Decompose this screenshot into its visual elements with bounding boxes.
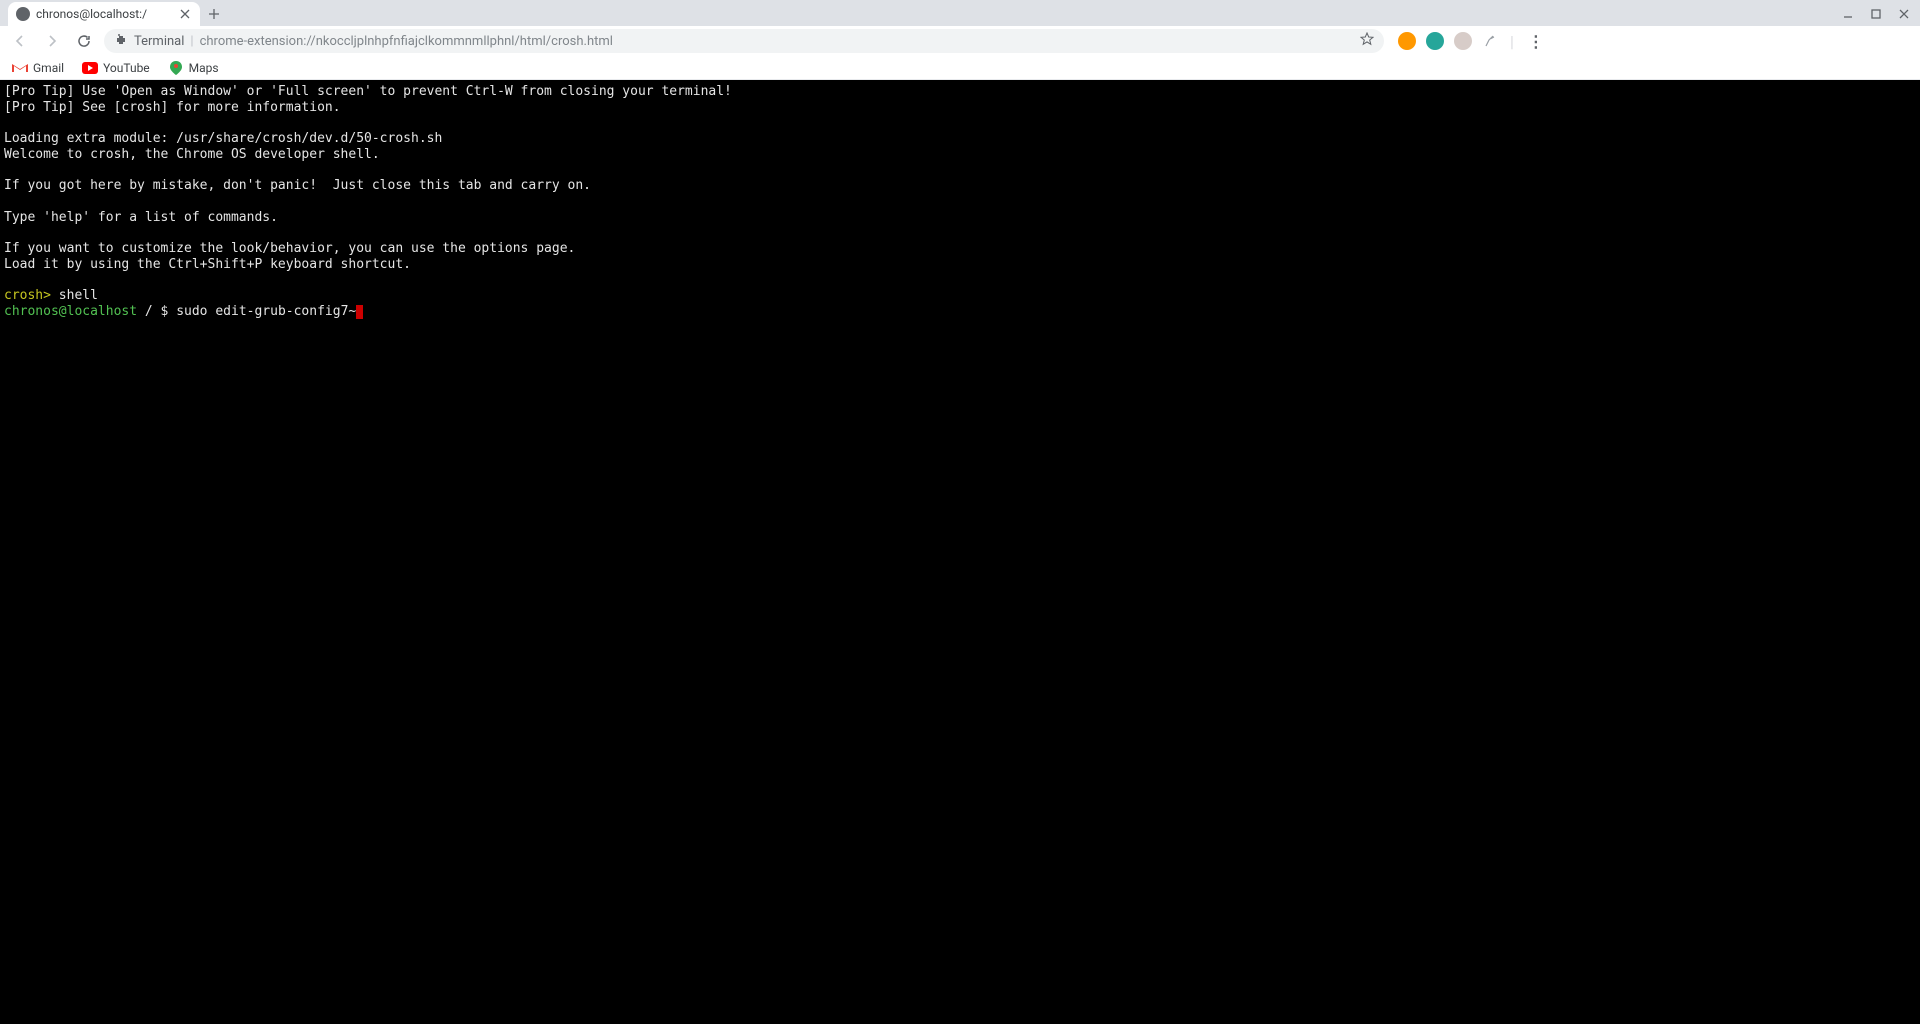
command-input[interactable]: sudo edit-grub-config7~ [176,304,356,319]
address-prefix: Terminal [134,34,184,49]
prompt-dollar: $ [161,304,169,319]
cursor-icon [356,305,363,319]
gmail-icon [12,60,28,76]
browser-menu-button[interactable]: ⋮ [1524,32,1548,51]
terminal-line [4,115,1916,131]
extension-badge-2[interactable] [1426,32,1444,50]
bookmark-gmail[interactable]: Gmail [12,60,64,76]
terminal-line: [Pro Tip] See [crosh] for more informati… [4,100,1916,116]
close-tab-button[interactable] [178,7,192,21]
crosh-prompt: crosh> [4,288,51,303]
maps-icon [168,60,184,76]
extension-badge-4[interactable] [1482,32,1500,50]
terminal-line: [Pro Tip] Use 'Open as Window' or 'Full … [4,84,1916,100]
bookmark-label: Gmail [33,61,64,75]
terminal-line: Loading extra module: /usr/share/crosh/d… [4,131,1916,147]
crosh-prompt-line: crosh> shell [4,288,1916,304]
crosh-command: shell [59,288,98,303]
terminal-line: If you got here by mistake, don't panic!… [4,178,1916,194]
address-url: chrome-extension://nkoccljplnhpfnfiajclk… [200,34,613,49]
tab-bar: chronos@localhost:/ [0,0,1920,26]
new-tab-button[interactable] [200,2,228,26]
terminal-line [4,272,1916,288]
forward-button[interactable] [40,29,64,53]
user-host: chronos@localhost [4,304,137,319]
path: / [145,304,153,319]
terminal-output[interactable]: [Pro Tip] Use 'Open as Window' or 'Full … [0,80,1920,1024]
extension-badge-3[interactable] [1454,32,1472,50]
terminal-line: Welcome to crosh, the Chrome OS develope… [4,147,1916,163]
terminal-line [4,163,1916,179]
maximize-button[interactable] [1868,6,1884,22]
extension-icon [114,34,128,48]
bookmarks-bar: Gmail YouTube Maps [0,56,1920,80]
terminal-line: Type 'help' for a list of commands. [4,210,1916,226]
address-separator: | [190,34,193,49]
address-bar[interactable]: Terminal | chrome-extension://nkoccljpln… [104,29,1384,53]
terminal-line: Load it by using the Ctrl+Shift+P keyboa… [4,257,1916,273]
bookmark-star-icon[interactable] [1360,32,1374,50]
extension-badge-1[interactable] [1398,32,1416,50]
bookmark-label: Maps [189,61,219,75]
bookmark-maps[interactable]: Maps [168,60,219,76]
minimize-button[interactable] [1840,6,1856,22]
bookmark-label: YouTube [103,61,150,75]
back-button[interactable] [8,29,32,53]
tab-favicon-icon [16,7,30,21]
reload-button[interactable] [72,29,96,53]
terminal-line: If you want to customize the look/behavi… [4,241,1916,257]
shell-prompt-line: chronos@localhost / $ sudo edit-grub-con… [4,304,1916,320]
tab-title: chronos@localhost:/ [36,7,172,21]
toolbar-right: | ⋮ [1392,32,1554,51]
terminal-line [4,194,1916,210]
youtube-icon [82,60,98,76]
close-window-button[interactable] [1896,6,1912,22]
address-row: Terminal | chrome-extension://nkoccljpln… [0,26,1920,56]
browser-tab[interactable]: chronos@localhost:/ [8,2,200,26]
bookmark-youtube[interactable]: YouTube [82,60,150,76]
window-controls [1840,2,1920,26]
terminal-line [4,225,1916,241]
